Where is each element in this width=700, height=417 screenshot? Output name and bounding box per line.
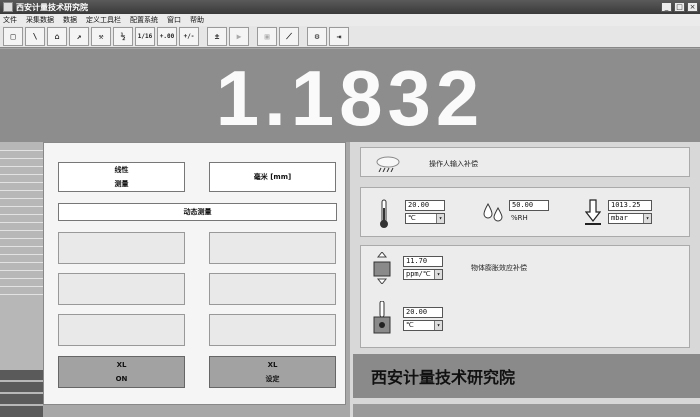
linearity-label-line1: 线性 bbox=[114, 166, 129, 174]
exit-icon[interactable]: ⇥ bbox=[329, 27, 349, 46]
xl-on-line1: XL bbox=[116, 361, 127, 369]
window-title: 西安计量技术研究院 bbox=[16, 2, 88, 12]
xl-set-line2: 设定 bbox=[265, 375, 280, 383]
app-icon bbox=[3, 2, 13, 12]
expansion-block-icon bbox=[373, 252, 391, 284]
linearity-label-line2: 测量 bbox=[114, 180, 129, 188]
humidity-unit: %RH bbox=[511, 214, 528, 222]
open-folder-icon[interactable]: ⌂ bbox=[47, 27, 67, 46]
operator-label: 操作人输入补偿 bbox=[429, 160, 478, 168]
new-file-icon[interactable]: □ bbox=[3, 27, 23, 46]
plus-minus-icon[interactable]: +/- bbox=[179, 27, 199, 46]
pressure-input[interactable]: 1013.25 bbox=[608, 200, 652, 211]
unit-button[interactable]: 毫米 [mm] bbox=[209, 162, 336, 192]
dynamic-measure-button[interactable]: 动态测量 bbox=[58, 203, 337, 221]
xl-on-button[interactable]: XL ON bbox=[58, 356, 185, 388]
chevron-down-icon: ▾ bbox=[436, 214, 444, 223]
left-panel: 线性 测量 毫米 [mm] 动态测量 XL ON XL 设定 bbox=[43, 142, 346, 405]
menu-bar: 文件 采集数据 数据 定义工具栏 配置系统 窗口 帮助 bbox=[0, 14, 700, 26]
measurement-reading: 1.1832 bbox=[215, 54, 485, 142]
thermometer-icon bbox=[380, 199, 388, 228]
empty-slot-2[interactable] bbox=[209, 232, 336, 264]
xl-set-line1: XL bbox=[267, 361, 278, 369]
environment-section: 20.00 ℃ ▾ 50.00 %RH 1013.25 mbar ▾ bbox=[360, 187, 690, 237]
unit-label: 毫米 [mm] bbox=[253, 173, 292, 181]
material-temperature-input[interactable]: 20.00 bbox=[403, 307, 443, 318]
humidity-input[interactable]: 50.00 bbox=[509, 200, 549, 211]
menu-window[interactable]: 窗口 bbox=[167, 15, 181, 25]
chevron-down-icon: ▾ bbox=[434, 321, 442, 330]
empty-slot-3[interactable] bbox=[58, 273, 185, 305]
empty-slot-5[interactable] bbox=[58, 314, 185, 346]
toolbar: □ \ ⌂ ↗ ⚒ ½ 1/16 +.00 +/- ± ▶ ▣ ⟋ ⚙ ⇥ bbox=[0, 26, 700, 48]
title-bar: 西安计量技术研究院 _ □ × bbox=[0, 0, 700, 14]
menu-file[interactable]: 文件 bbox=[3, 15, 17, 25]
probe-icon[interactable]: \ bbox=[25, 27, 45, 46]
operator-compensation-section: 操作人输入补偿 bbox=[360, 147, 690, 177]
material-compensation-section: 11.70 ppm/℃ ▾ 物体膨胀效应补偿 20.00 ℃ ▾ bbox=[360, 245, 690, 348]
dynamic-label: 动态测量 bbox=[183, 208, 212, 216]
calibrate-icon[interactable]: ▣ bbox=[257, 27, 277, 46]
xl-on-line2: ON bbox=[115, 375, 128, 383]
linearity-measure-button[interactable]: 线性 测量 bbox=[58, 162, 185, 192]
chevron-down-icon: ▾ bbox=[434, 270, 442, 279]
tool-icon[interactable]: ⚒ bbox=[91, 27, 111, 46]
institute-brand: 西安计量技术研究院 bbox=[353, 354, 700, 398]
play-icon[interactable]: ▶ bbox=[229, 27, 249, 46]
status-bar bbox=[353, 404, 700, 417]
cloud-icon bbox=[376, 156, 400, 172]
pressure-unit-value: mbar bbox=[611, 214, 628, 222]
empty-slot-6[interactable] bbox=[209, 314, 336, 346]
coefficient-unit-select[interactable]: ppm/℃ ▾ bbox=[403, 269, 443, 280]
material-label: 物体膨胀效应补偿 bbox=[471, 264, 527, 272]
water-drops-icon bbox=[483, 202, 503, 222]
close-button[interactable]: × bbox=[687, 2, 698, 12]
decimal-icon[interactable]: +.00 bbox=[157, 27, 177, 46]
menu-data[interactable]: 数据 bbox=[63, 15, 77, 25]
one-half-icon[interactable]: ½ bbox=[113, 27, 133, 46]
expansion-coefficient-input[interactable]: 11.70 bbox=[403, 256, 443, 267]
empty-slot-1[interactable] bbox=[58, 232, 185, 264]
menu-acquire-data[interactable]: 采集数据 bbox=[26, 15, 54, 25]
coefficient-unit-value: ppm/℃ bbox=[406, 270, 431, 278]
one-sixteenth-icon[interactable]: 1/16 bbox=[135, 27, 155, 46]
empty-slot-4[interactable] bbox=[209, 273, 336, 305]
menu-define-toolbar[interactable]: 定义工具栏 bbox=[86, 15, 121, 25]
temperature-unit-select[interactable]: ℃ ▾ bbox=[405, 213, 445, 224]
material-temperature-unit-value: ℃ bbox=[406, 321, 414, 329]
xl-set-button[interactable]: XL 设定 bbox=[209, 356, 336, 388]
menu-config-system[interactable]: 配置系统 bbox=[130, 15, 158, 25]
measure-icon[interactable]: ↗ bbox=[69, 27, 89, 46]
maximize-button[interactable]: □ bbox=[674, 2, 685, 12]
sign-toggle-icon[interactable]: ± bbox=[207, 27, 227, 46]
settings-icon[interactable]: ⚙ bbox=[307, 27, 327, 46]
measurement-display: 1.1832 bbox=[0, 49, 700, 142]
pressure-unit-select[interactable]: mbar ▾ bbox=[608, 213, 652, 224]
material-temperature-unit-select[interactable]: ℃ ▾ bbox=[403, 320, 443, 331]
minimize-button[interactable]: _ bbox=[661, 2, 672, 12]
right-panel: 操作人输入补偿 20.00 ℃ ▾ 50.00 %RH 1013.25 mbar… bbox=[350, 142, 700, 417]
temperature-input[interactable]: 20.00 bbox=[405, 200, 445, 211]
menu-help[interactable]: 帮助 bbox=[190, 15, 204, 25]
graph-icon[interactable]: ⟋ bbox=[279, 27, 299, 46]
temperature-unit-value: ℃ bbox=[408, 214, 416, 222]
left-strip bbox=[0, 142, 43, 417]
chevron-down-icon: ▾ bbox=[643, 214, 651, 223]
material-thermometer-icon bbox=[373, 301, 391, 334]
pressure-arrow-icon bbox=[585, 199, 601, 225]
